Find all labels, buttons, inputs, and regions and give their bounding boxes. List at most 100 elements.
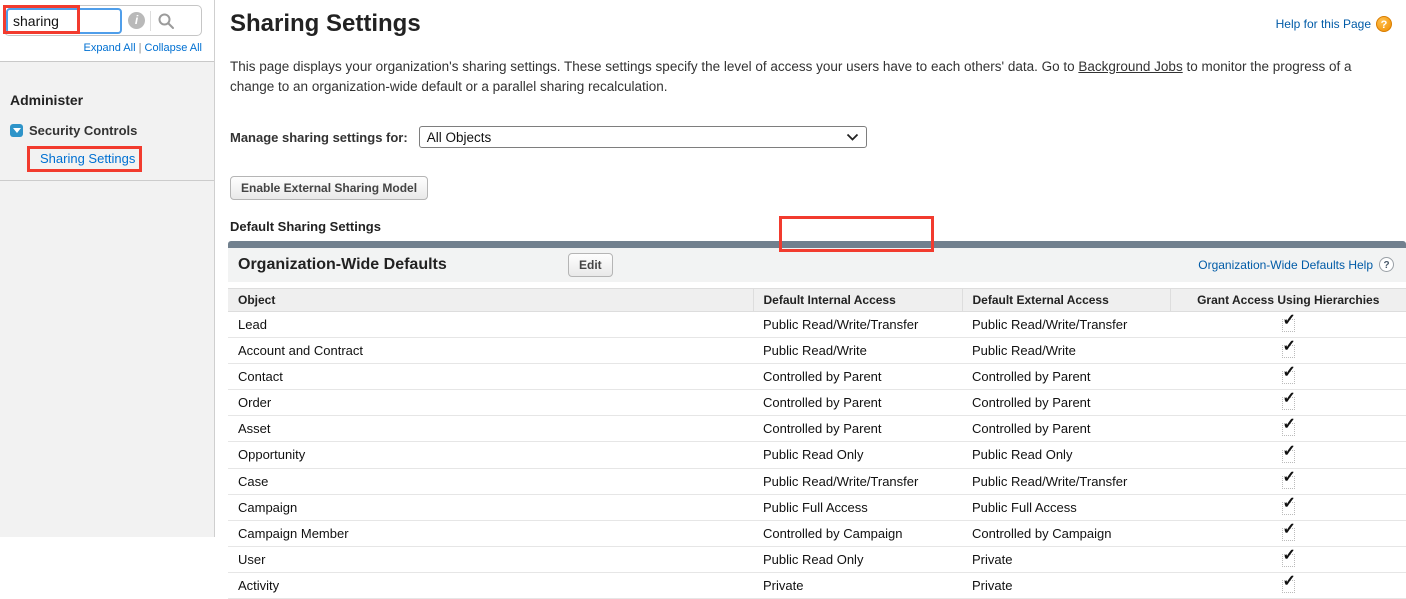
organization-wide-defaults-section: Organization-Wide Defaults Edit Organiza… [228, 241, 1406, 599]
object-select[interactable]: All Objects [418, 126, 867, 149]
cell-grant-hierarchies: ✓ [1170, 415, 1406, 443]
cell-grant-hierarchies: ✓ [1170, 337, 1406, 365]
setup-sidebar: i Expand All | Collapse All Administer S… [0, 0, 215, 537]
object-select-value: All Objects [426, 129, 492, 145]
cell-object: Contact [228, 363, 753, 391]
cell-grant-hierarchies: ✓ [1170, 389, 1406, 417]
sidebar-search-area: i Expand All | Collapse All [0, 0, 214, 62]
grant-hierarchy-checkmark-icon: ✓ [1281, 365, 1296, 385]
manage-sharing-label: Manage sharing settings for: [230, 129, 408, 145]
cell-external-access: Public Read Only [962, 441, 1170, 469]
cell-grant-hierarchies: ✓ [1170, 546, 1406, 573]
cell-internal-access: Public Full Access [753, 494, 962, 521]
cell-grant-hierarchies: ✓ [1170, 520, 1406, 547]
help-for-this-page: Help for this Page ? [1276, 16, 1392, 32]
cell-grant-hierarchies: ✓ [1170, 363, 1406, 391]
column-header-external-access: Default External Access [962, 288, 1171, 313]
collapse-all-link[interactable]: Collapse All [145, 42, 202, 54]
sidebar-divider [0, 180, 214, 181]
table-row: Case Public Read/Write/Transfer Public R… [228, 468, 1406, 495]
section-help: Organization-Wide Defaults Help ? [1198, 257, 1394, 273]
cell-internal-access: Controlled by Parent [753, 389, 962, 417]
cell-internal-access: Controlled by Parent [753, 363, 962, 391]
table-row: User Public Read Only Private ✓ [228, 546, 1406, 573]
cell-external-access: Public Read/Write [962, 337, 1170, 365]
grant-hierarchy-checkmark-icon: ✓ [1281, 391, 1296, 411]
link-separator: | [138, 42, 142, 54]
grant-hierarchy-checkmark-icon: ✓ [1281, 469, 1296, 489]
column-header-object: Object [228, 288, 754, 313]
grant-hierarchy-checkmark-icon: ✓ [1281, 417, 1296, 437]
edit-button[interactable]: Edit [568, 253, 613, 278]
divider [150, 10, 151, 31]
question-icon[interactable]: ? [1379, 257, 1394, 273]
cell-object: Lead [228, 311, 753, 339]
page-title: Sharing Settings [230, 10, 421, 37]
table-row: Account and Contract Public Read/Write P… [228, 337, 1406, 365]
enable-external-sharing-button[interactable]: Enable External Sharing Model [230, 176, 429, 201]
cell-grant-hierarchies: ✓ [1170, 441, 1406, 469]
grant-hierarchy-checkmark-icon: ✓ [1281, 547, 1296, 567]
section-header: Organization-Wide Defaults Edit Organiza… [228, 248, 1406, 283]
tree-controls: Expand All | Collapse All [4, 42, 202, 54]
manage-sharing-row: Manage sharing settings for: All Objects [230, 126, 1406, 149]
sharing-settings-link[interactable]: Sharing Settings [40, 151, 135, 166]
search-input[interactable] [6, 7, 122, 34]
grant-hierarchy-checkmark-icon: ✓ [1281, 495, 1296, 515]
chevron-down-icon [846, 133, 859, 142]
collapse-toggle-icon[interactable] [10, 124, 23, 137]
cell-internal-access: Controlled by Parent [753, 415, 962, 443]
sidebar-item-security-controls[interactable]: Security Controls [10, 123, 214, 138]
cell-object: Campaign Member [228, 520, 753, 547]
cell-external-access: Private [962, 546, 1170, 573]
cell-external-access: Public Read/Write/Transfer [962, 468, 1170, 495]
cell-internal-access: Public Read/Write/Transfer [753, 468, 962, 495]
cell-object: User [228, 546, 753, 573]
grant-hierarchy-checkmark-icon: ✓ [1281, 339, 1296, 359]
cell-object: Opportunity [228, 441, 753, 469]
info-icon: i [128, 12, 145, 29]
owd-help-link[interactable]: Organization-Wide Defaults Help [1198, 258, 1373, 272]
description-text: This page displays your organization's s… [230, 59, 1079, 74]
grant-hierarchy-checkmark-icon: ✓ [1281, 521, 1296, 541]
table-header-row: Object Default Internal Access Default E… [228, 288, 1406, 313]
cell-internal-access: Public Read/Write [753, 337, 962, 365]
table-row: Order Controlled by Parent Controlled by… [228, 389, 1406, 417]
grant-hierarchy-checkmark-icon: ✓ [1281, 573, 1296, 593]
section-top-bar [228, 241, 1406, 249]
column-header-internal-access: Default Internal Access [753, 288, 963, 313]
table-row: Campaign Public Full Access Public Full … [228, 494, 1406, 521]
background-jobs-link[interactable]: Background Jobs [1078, 59, 1182, 74]
cell-object: Activity [228, 572, 753, 599]
cell-external-access: Public Read/Write/Transfer [962, 311, 1170, 339]
cell-external-access: Controlled by Parent [962, 363, 1170, 391]
help-for-this-page-link[interactable]: Help for this Page [1276, 17, 1371, 31]
cell-object: Account and Contract [228, 337, 753, 365]
cell-object: Case [228, 468, 753, 495]
cell-internal-access: Public Read Only [753, 546, 962, 573]
table-row: Opportunity Public Read Only Public Read… [228, 441, 1406, 469]
section-title: Organization-Wide Defaults [238, 256, 447, 274]
cell-external-access: Controlled by Campaign [962, 520, 1170, 547]
sidebar-section-administer: Administer [10, 92, 84, 108]
cell-object: Campaign [228, 494, 753, 521]
sidebar-item-sharing-settings: Sharing Settings [40, 151, 214, 166]
grant-hierarchy-checkmark-icon: ✓ [1281, 443, 1296, 463]
cell-external-access: Controlled by Parent [962, 415, 1170, 443]
page-description: This page displays your organization's s… [230, 57, 1398, 96]
table-row: Lead Public Read/Write/Transfer Public R… [228, 311, 1406, 339]
sharing-defaults-table: Object Default Internal Access Default E… [228, 288, 1406, 599]
table-row: Asset Controlled by Parent Controlled by… [228, 415, 1406, 443]
table-row: Activity Private Private ✓ [228, 572, 1406, 599]
help-question-icon[interactable]: ? [1376, 16, 1392, 32]
main-content: Sharing Settings Help for this Page ? Th… [216, 0, 1406, 599]
cell-internal-access: Private [753, 572, 962, 599]
cell-grant-hierarchies: ✓ [1170, 311, 1406, 339]
expand-all-link[interactable]: Expand All [84, 42, 136, 54]
cell-internal-access: Controlled by Campaign [753, 520, 962, 547]
cell-object: Order [228, 389, 753, 417]
cell-external-access: Public Full Access [962, 494, 1170, 521]
table-row: Campaign Member Controlled by Campaign C… [228, 520, 1406, 547]
search-icon[interactable] [157, 12, 175, 30]
cell-external-access: Controlled by Parent [962, 389, 1170, 417]
